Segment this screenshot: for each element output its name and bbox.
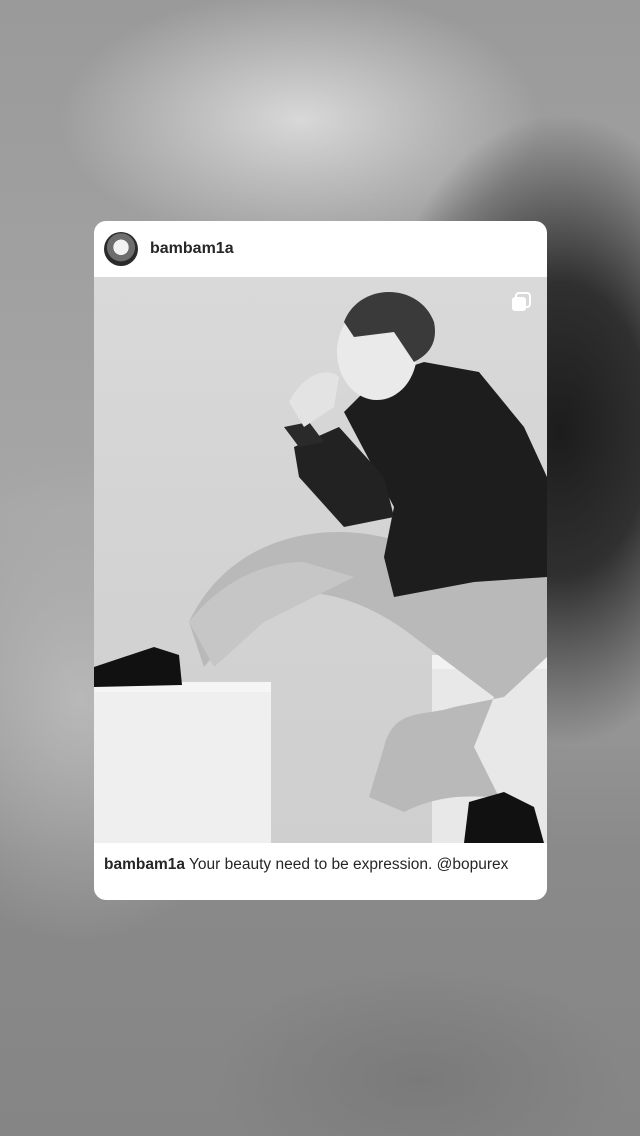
post-header: bambam1a: [94, 221, 547, 277]
post-photo[interactable]: [94, 277, 547, 843]
post-card: bambam1a bambam1a Your beauty need to be…: [94, 221, 547, 900]
carousel-icon: [511, 292, 531, 312]
caption-text: Your beauty need to be expression. @bopu…: [189, 856, 509, 873]
post-username[interactable]: bambam1a: [150, 240, 234, 258]
photo-illustration: [94, 292, 547, 843]
post-caption: bambam1a Your beauty need to be expressi…: [94, 843, 547, 875]
avatar[interactable]: [104, 232, 138, 266]
caption-username[interactable]: bambam1a: [104, 856, 185, 873]
